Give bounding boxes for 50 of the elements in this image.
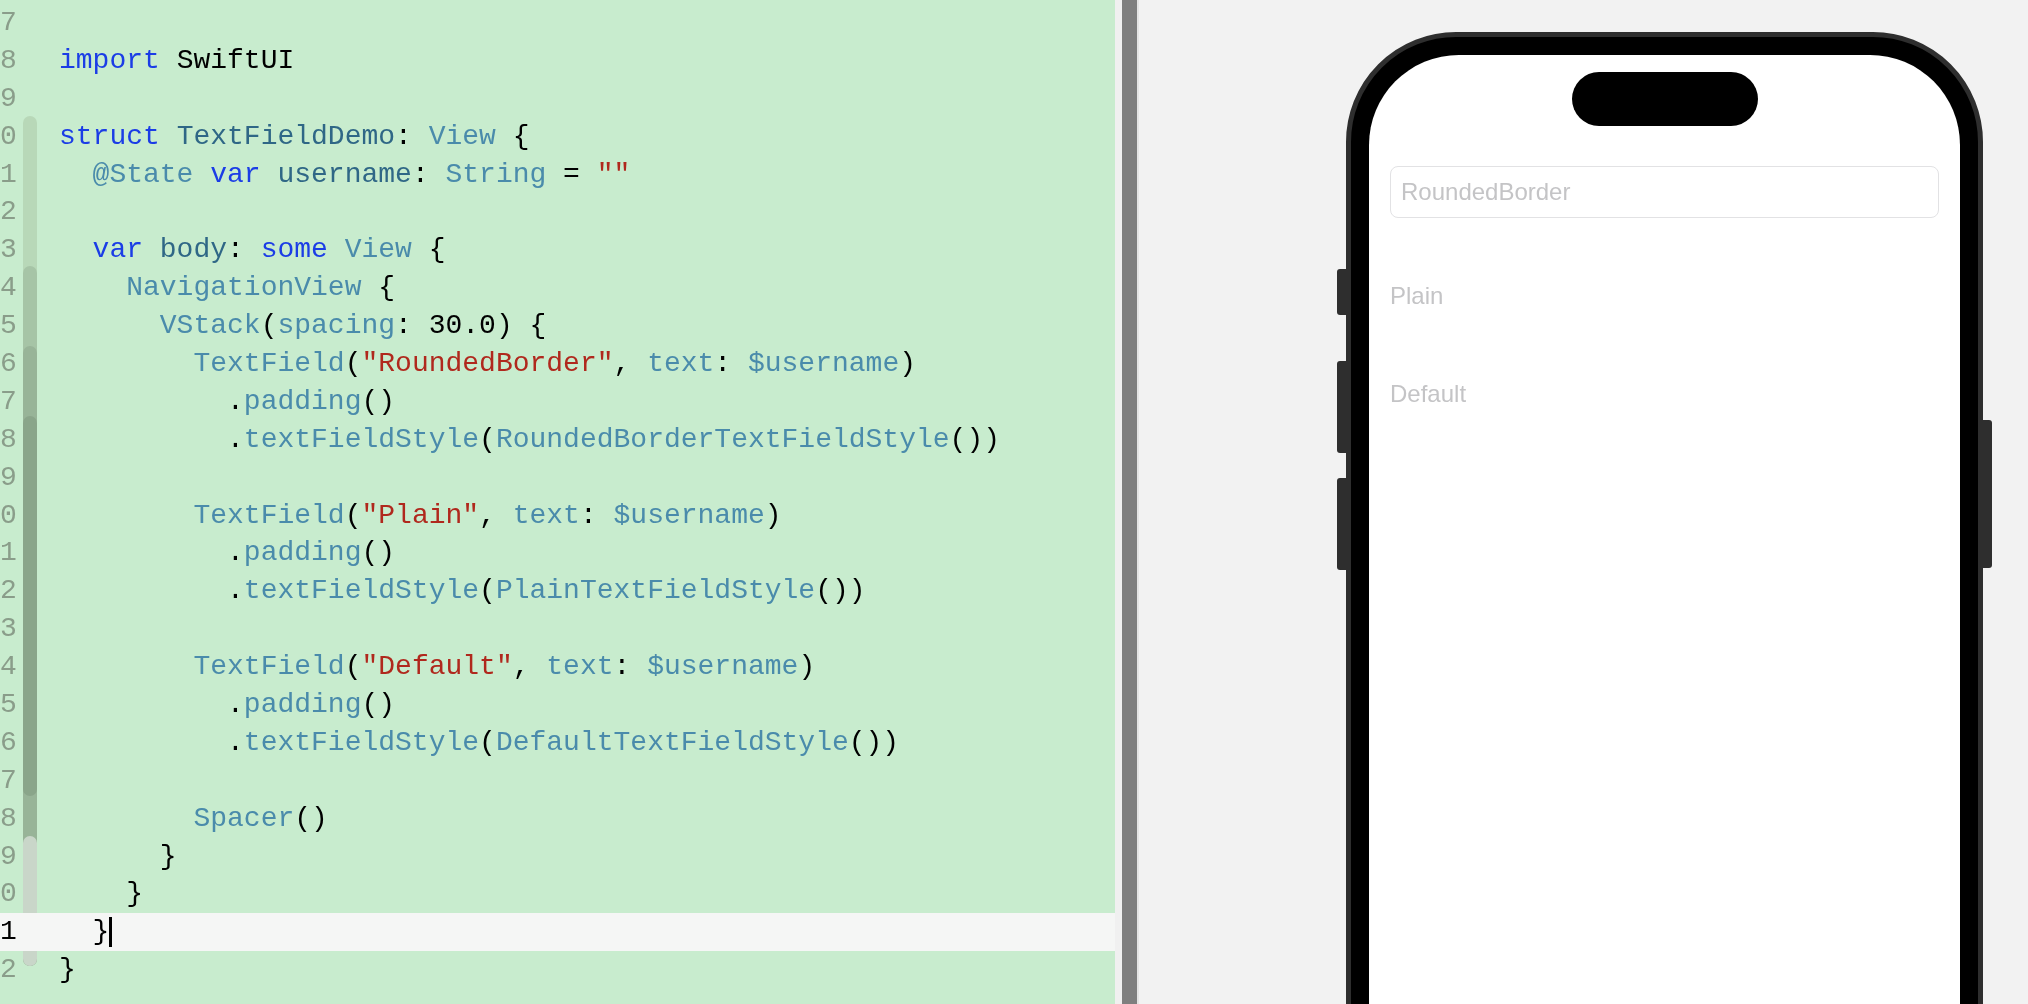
code-line: } <box>91 918 110 947</box>
code-line: TextField("RoundedBorder", text: $username) <box>192 349 916 378</box>
code-line: NavigationView { <box>125 274 396 303</box>
code-line: } <box>125 880 143 909</box>
line-number: 5 <box>0 309 18 344</box>
code-line: var body: some View { <box>91 236 446 265</box>
line-number: 8 <box>0 422 18 457</box>
line-number: 3 <box>0 612 18 647</box>
code-line: @State var username: String = "" <box>91 160 631 189</box>
code-line: struct TextFieldDemo: View { <box>59 122 530 151</box>
code-line: .padding() <box>226 690 396 719</box>
line-number: 4 <box>0 650 18 685</box>
line-number: 0 <box>0 498 18 533</box>
code-line: .padding() <box>226 539 396 568</box>
code-line: } <box>158 842 177 871</box>
line-number: 7 <box>0 763 18 798</box>
code-line: TextField("Plain", text: $username) <box>192 501 782 530</box>
text-field[interactable]: Default <box>1390 374 1939 414</box>
line-number: 9 <box>0 460 18 495</box>
code-line: Spacer() <box>192 804 328 833</box>
line-number: 2 <box>0 574 18 609</box>
line-number: 2 <box>0 195 18 230</box>
line-number: 4 <box>0 271 18 306</box>
code-line: .textFieldStyle(PlainTextFieldStyle()) <box>226 577 866 606</box>
line-number: 0 <box>0 119 18 154</box>
code-line: .padding() <box>226 387 396 416</box>
line-number: 7 <box>0 5 18 40</box>
code-line: } <box>59 956 76 985</box>
line-number: 3 <box>0 233 18 268</box>
code-line: VStack(spacing: 30.0) { <box>158 312 547 341</box>
code-line: .textFieldStyle(DefaultTextFieldStyle()) <box>226 728 900 757</box>
line-number: 2 <box>0 953 18 988</box>
line-number: 9 <box>0 839 18 874</box>
line-number: 1 <box>0 536 18 571</box>
code-line: .textFieldStyle(RoundedBorderTextFieldStyle()) <box>226 425 1000 454</box>
line-number: 6 <box>0 346 18 381</box>
text-cursor <box>109 917 113 948</box>
line-number: 1 <box>0 915 18 950</box>
line-number: 5 <box>0 688 18 722</box>
line-number: 6 <box>0 725 18 760</box>
text-field[interactable]: RoundedBorder <box>1390 166 1939 218</box>
text-field[interactable]: Plain <box>1390 276 1939 316</box>
code-line: import SwiftUI <box>59 46 295 75</box>
line-number: 8 <box>0 43 18 78</box>
line-number: 8 <box>0 801 18 836</box>
line-number: 9 <box>0 81 18 116</box>
line-number: 7 <box>0 384 18 419</box>
code-line: TextField("Default", text: $username) <box>192 653 816 682</box>
line-number: 1 <box>0 157 18 192</box>
line-number: 0 <box>0 877 18 912</box>
